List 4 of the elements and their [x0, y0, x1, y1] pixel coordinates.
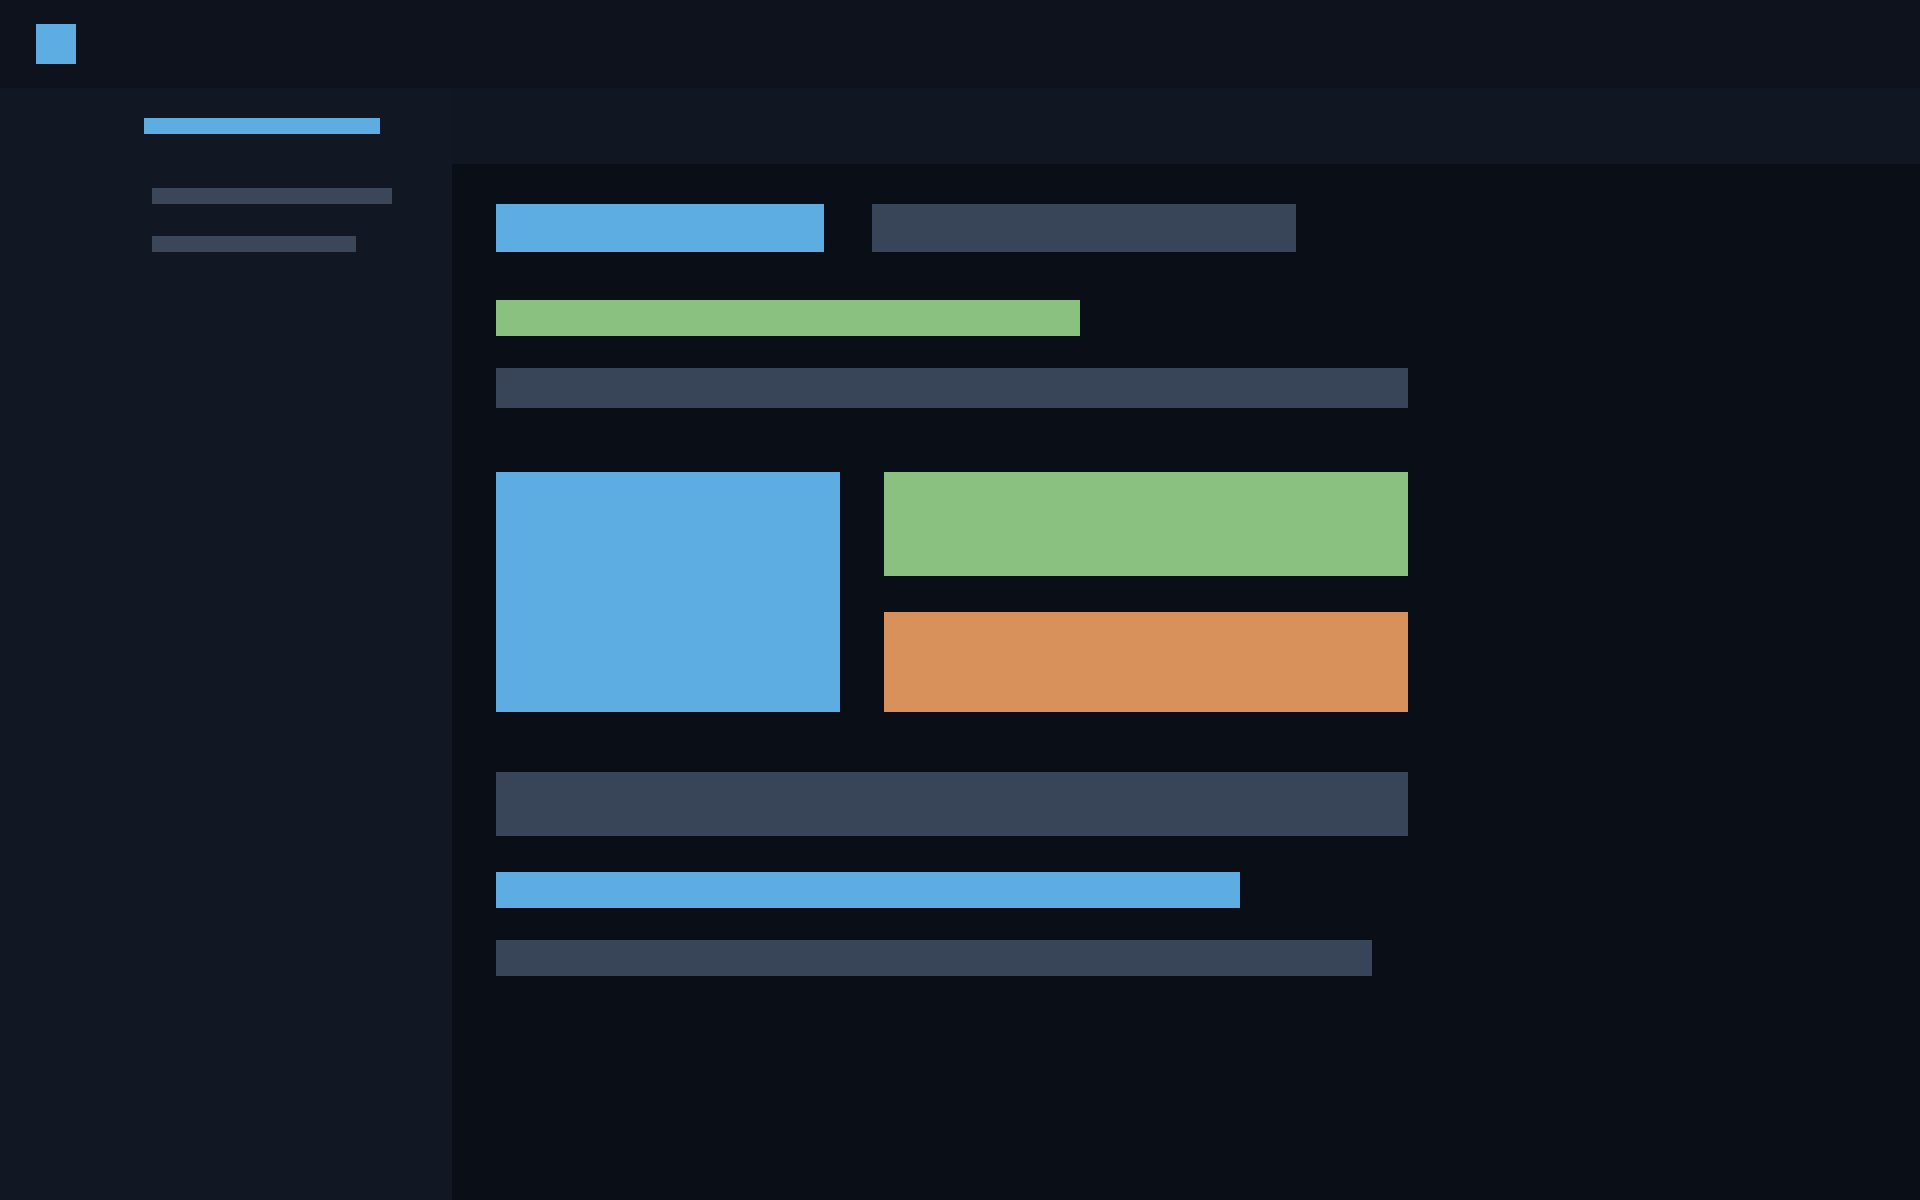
logo-icon: [36, 24, 76, 64]
nav-item[interactable]: [152, 188, 392, 204]
nav-item[interactable]: [144, 118, 380, 134]
nav-item[interactable]: [152, 236, 356, 252]
